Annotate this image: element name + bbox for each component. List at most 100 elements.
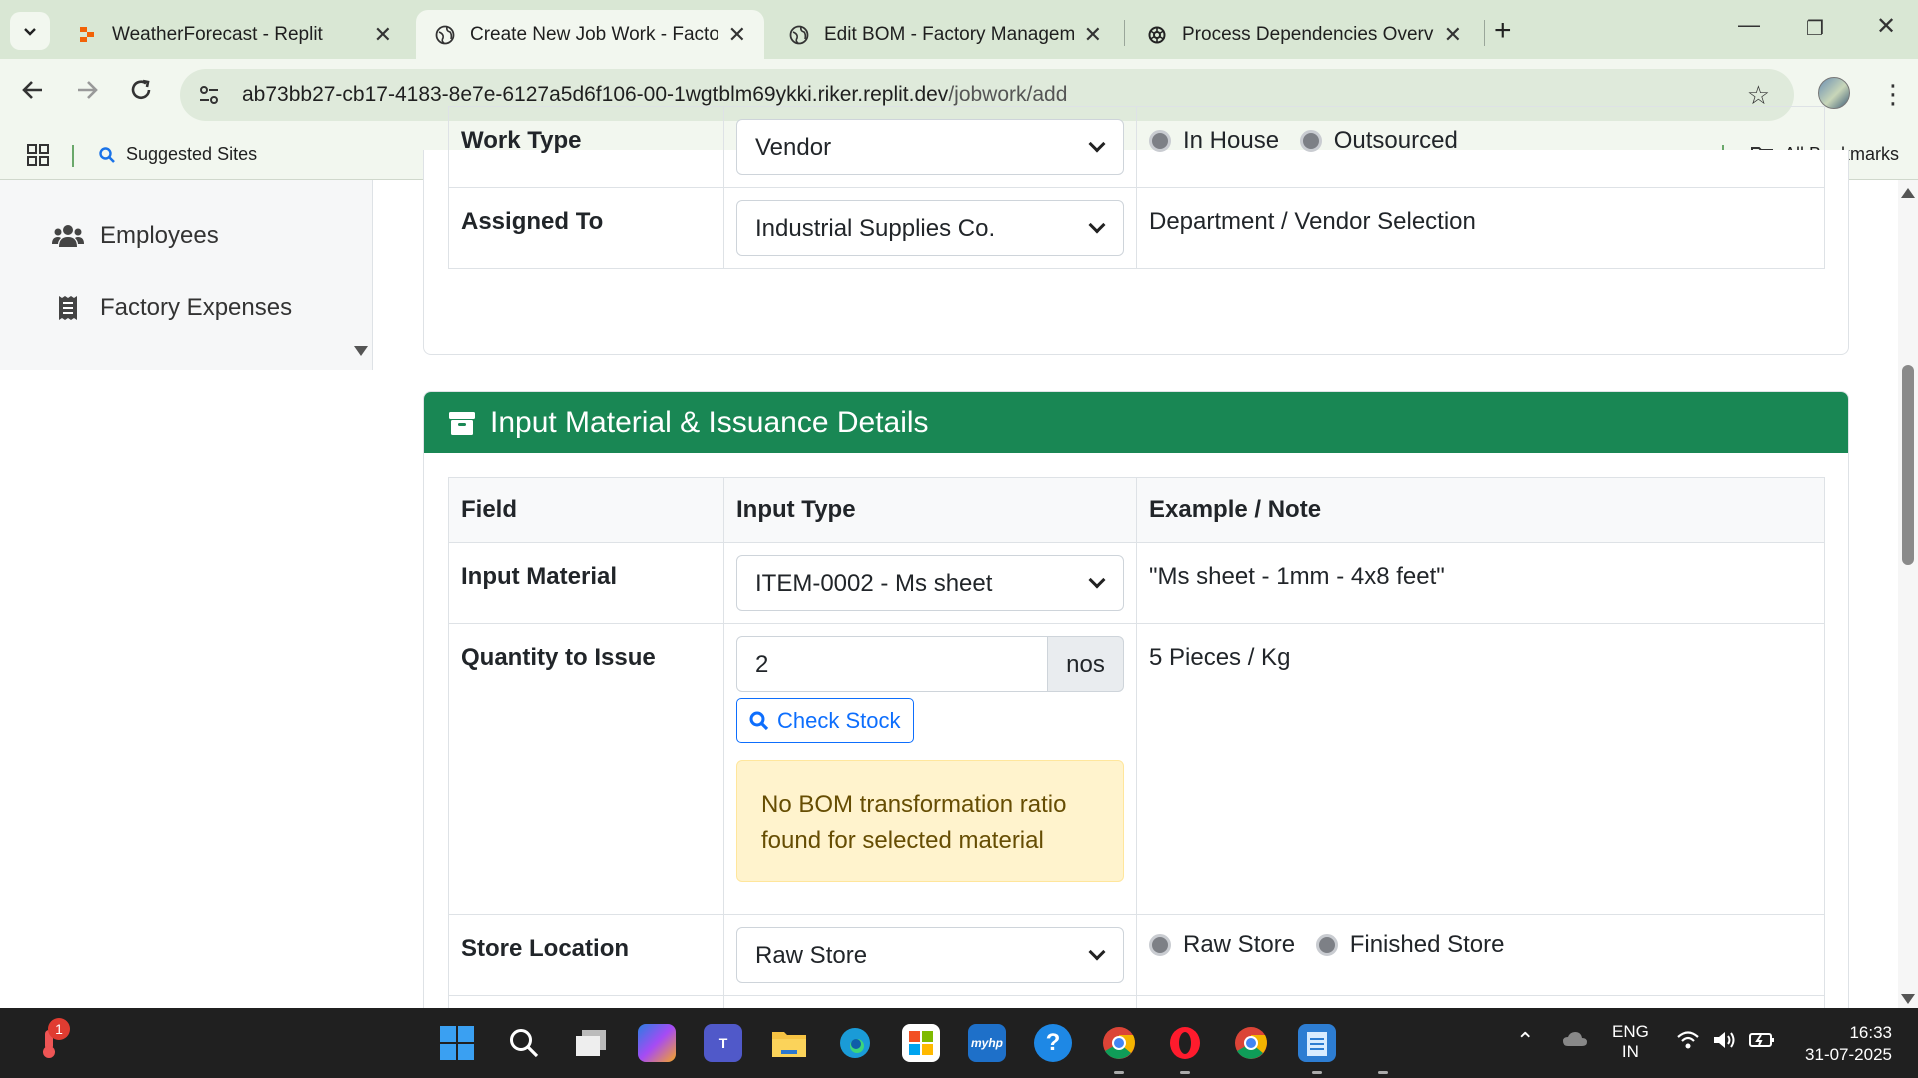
globe-icon [788, 24, 810, 46]
select-value: Industrial Supplies Co. [755, 215, 996, 242]
opera-icon[interactable] [1166, 1024, 1204, 1062]
task-view-icon[interactable] [572, 1024, 610, 1062]
page-scrollbar[interactable] [1898, 180, 1918, 1010]
openai-icon [1146, 24, 1168, 46]
restore-button[interactable]: ❐ [1806, 16, 1824, 41]
volume-icon[interactable] [1712, 1030, 1738, 1055]
url-text: ab73bb27-cb17-4183-8e7e-6127a5d6f106-00-… [242, 83, 1067, 107]
input-material-table: Field Input Type Example / Note Input Ma… [448, 477, 1825, 1037]
running-indicator [1180, 1071, 1190, 1074]
quantity-input-group: 2 nos [736, 636, 1124, 692]
sidebar-scroll-down-arrow[interactable] [354, 346, 368, 356]
table-row: Input Material ITEM-0002 - Ms sheet "Ms … [448, 542, 1825, 624]
sidebar: Employees Factory Expenses [0, 180, 373, 370]
apps-grid-icon[interactable] [26, 143, 50, 172]
onedrive-icon[interactable] [1562, 1030, 1588, 1053]
quantity-cell: 2 nos Check Stock No BOM transformation … [723, 623, 1137, 915]
field-note: Department / Vendor Selection [1136, 187, 1825, 269]
tab-process-dependencies[interactable]: Process Dependencies Overview ✕ [1128, 10, 1480, 59]
chevron-down-icon [1088, 135, 1106, 153]
scroll-up-arrow[interactable] [1901, 188, 1915, 198]
sidebar-item-label: Employees [100, 222, 219, 249]
close-icon[interactable]: ✕ [374, 22, 392, 48]
store-location-note: Raw Store Finished Store [1136, 914, 1825, 996]
close-window-button[interactable]: ✕ [1876, 12, 1896, 41]
scroll-down-arrow[interactable] [1901, 994, 1915, 1004]
myhp-icon[interactable]: myhp [968, 1024, 1006, 1062]
forward-button[interactable] [74, 77, 100, 110]
running-indicator [1312, 1071, 1322, 1074]
search-icon [749, 711, 769, 730]
browser-menu-icon[interactable]: ⋮ [1880, 79, 1906, 110]
chrome-icon[interactable] [1232, 1024, 1270, 1062]
close-icon[interactable]: ✕ [728, 22, 746, 48]
wifi-icon[interactable] [1676, 1030, 1700, 1055]
check-stock-button[interactable]: Check Stock [736, 698, 914, 743]
chrome-icon[interactable] [1100, 1024, 1138, 1062]
edge-icon[interactable] [836, 1024, 874, 1062]
tab-title: Create New Job Work - Factory [470, 23, 718, 45]
field-label: Input Material [448, 542, 724, 624]
minimize-button[interactable]: — [1738, 12, 1760, 38]
receipt-icon [52, 295, 84, 321]
new-tab-button[interactable]: + [1494, 14, 1512, 48]
tab-title: Edit BOM - Factory Managemer [824, 23, 1074, 45]
windows-taskbar: 1 T myhp ? ⌃ ENG IN 16:33 31-07-2025 [0, 1008, 1918, 1078]
radio-label: In House [1183, 127, 1280, 154]
site-settings-icon[interactable] [194, 80, 224, 110]
sidebar-item-employees[interactable]: Employees [52, 222, 219, 250]
radio-finished-store[interactable]: Finished Store [1315, 931, 1504, 959]
microsoft-store-icon[interactable] [902, 1024, 940, 1062]
running-indicator [1378, 1071, 1388, 1074]
reload-button[interactable] [128, 77, 154, 110]
radio-dot [1149, 934, 1171, 956]
work-type-cell: Vendor [723, 106, 1137, 188]
close-icon[interactable]: ✕ [1444, 22, 1462, 48]
notepad-icon[interactable] [1298, 1024, 1336, 1062]
close-icon[interactable]: ✕ [1084, 22, 1102, 48]
tab-create-job-work[interactable]: Create New Job Work - Factory ✕ [416, 10, 764, 59]
radio-dot [1149, 130, 1171, 152]
box-icon [448, 409, 476, 437]
store-location-cell: Raw Store [723, 914, 1137, 996]
language-indicator[interactable]: ENG IN [1612, 1022, 1649, 1062]
work-assignment-table: Work Type Vendor In House Outsourced Ass… [448, 106, 1825, 269]
radio-label: Raw Store [1183, 931, 1296, 958]
tab-weatherforecast[interactable]: WeatherForecast - Replit ✕ [58, 10, 410, 59]
input-material-select[interactable]: ITEM-0002 - Ms sheet [736, 555, 1124, 611]
battery-icon[interactable] [1748, 1030, 1776, 1055]
bookmark-label: Suggested Sites [126, 144, 258, 164]
back-button[interactable] [20, 77, 46, 110]
scrollbar-thumb[interactable] [1902, 365, 1914, 565]
radio-outsourced[interactable]: Outsourced [1299, 127, 1458, 155]
radio-dot [1315, 934, 1338, 956]
help-icon[interactable]: ? [1034, 1024, 1072, 1062]
quantity-input[interactable]: 2 [736, 636, 1048, 692]
table-row: Work Type Vendor In House Outsourced [448, 106, 1825, 188]
field-label: Quantity to Issue [448, 623, 724, 915]
file-explorer-icon[interactable] [770, 1024, 808, 1062]
input-material-cell: ITEM-0002 - Ms sheet [723, 542, 1137, 624]
tab-search-button[interactable] [10, 12, 50, 50]
work-type-select[interactable]: Vendor [736, 119, 1124, 175]
profile-avatar[interactable] [1818, 77, 1850, 109]
windows-start-icon[interactable] [438, 1024, 476, 1062]
bookmark-separator [72, 145, 74, 167]
teams-icon[interactable]: T [704, 1024, 742, 1062]
button-label: Check Stock [777, 707, 901, 733]
tab-edit-bom[interactable]: Edit BOM - Factory Managemer ✕ [770, 10, 1120, 59]
clock[interactable]: 16:33 31-07-2025 [1796, 1022, 1892, 1066]
tray-overflow-icon[interactable]: ⌃ [1516, 1028, 1534, 1054]
bookmark-suggested-sites[interactable]: Suggested Sites [98, 144, 257, 165]
assigned-to-select[interactable]: Industrial Supplies Co. [736, 200, 1124, 256]
select-value: Raw Store [755, 942, 868, 969]
url-host: ab73bb27-cb17-4183-8e7e-6127a5d6f106-00-… [242, 83, 949, 106]
column-header: Field [448, 477, 724, 543]
radio-in-house[interactable]: In House [1149, 127, 1279, 155]
radio-raw-store[interactable]: Raw Store [1149, 931, 1295, 959]
store-location-select[interactable]: Raw Store [736, 927, 1124, 983]
globe-icon [434, 24, 456, 46]
sidebar-item-factory-expenses[interactable]: Factory Expenses [52, 294, 292, 322]
search-icon[interactable] [505, 1024, 543, 1062]
copilot-icon[interactable] [638, 1024, 676, 1062]
